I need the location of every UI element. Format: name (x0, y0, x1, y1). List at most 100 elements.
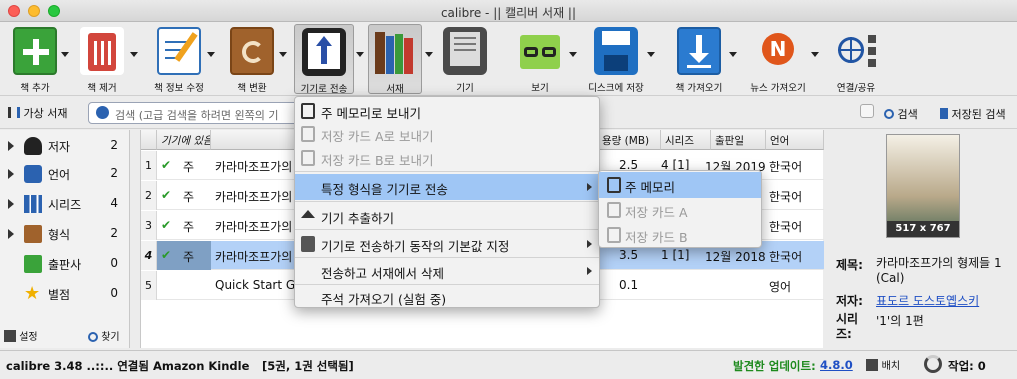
search-history-dropdown[interactable] (860, 104, 874, 118)
menu-item-set-default-send[interactable]: 기기로 전송하기 동작의 기본값 지정 (295, 231, 599, 257)
tag-category-authors[interactable]: 저자 2 (0, 132, 128, 160)
menu-separator (295, 201, 599, 202)
main-toolbar: 책 추가 책 제거 책 정보 수정 책 변환 기기로 전송 서재 기기 보기 디… (0, 22, 1017, 96)
tools-icon (866, 359, 878, 371)
eject-icon (301, 210, 315, 218)
search-button[interactable]: 검색 (884, 106, 918, 122)
card-icon (607, 227, 621, 243)
menu-item-eject-device[interactable]: 기기 추출하기 (295, 203, 599, 229)
person-icon (24, 137, 42, 155)
configure-tag-browser-button[interactable]: 설정 (4, 328, 38, 343)
save-to-disk-dropdown[interactable] (646, 24, 656, 94)
fetch-books-dropdown[interactable] (728, 24, 738, 94)
search-input[interactable]: 검색 (고급 검색을 하려면 왼쪽의 기 (88, 102, 298, 124)
menu-item-send-and-delete[interactable]: 전송하고 서재에서 삭제 (295, 258, 599, 284)
connect-share-icon (834, 27, 878, 75)
fetch-books-button[interactable]: 책 가져오기 (670, 24, 728, 94)
menu-separator (295, 171, 599, 172)
book-cover[interactable]: 517 x 767 (886, 134, 960, 238)
save-to-disk-button[interactable]: 디스크에 저장 (586, 24, 646, 94)
bookmark-icon (940, 108, 948, 119)
window-titlebar: calibre - || 캘리버 서재 || (0, 0, 1017, 22)
menu-item-send-specific-format[interactable]: 특정 형식을 기기로 전송 (295, 174, 599, 200)
expand-arrow-icon[interactable] (8, 169, 14, 179)
checkmark-icon: ✔ (161, 188, 172, 202)
fetch-news-icon: N (756, 27, 800, 75)
tag-category-formats[interactable]: 형식 2 (0, 220, 128, 248)
send-to-device-menu: 주 메모리로 보내기 저장 카드 A로 보내기 저장 카드 B로 보내기 특정 … (294, 96, 600, 308)
menu-separator (295, 229, 599, 230)
column-header-series[interactable]: 시리즈 (661, 130, 711, 150)
submenu-item-main-memory[interactable]: 주 메모리 (599, 172, 761, 198)
convert-books-button[interactable]: 책 변환 (222, 24, 282, 94)
menu-item-send-card-b: 저장 카드 B로 보내기 (295, 145, 599, 171)
fetch-books-icon (677, 27, 721, 75)
checkmark-icon: ✔ (161, 248, 172, 262)
book-details-panel: 517 x 767 제목: 카라마조프가의 형제들 1 (Cal) 저자: 표도… (826, 130, 1017, 348)
specific-format-submenu: 주 메모리 저장 카드 A 저장 카드 B (598, 170, 762, 248)
tag-browser: 저자 2 언어 2 시리즈 4 형식 2 출판사 0 ★ 별점 0 설정 찾기 (0, 130, 130, 348)
jobs-spinner-icon (924, 355, 942, 373)
series-icon (24, 195, 42, 213)
tag-category-series[interactable]: 시리즈 4 (0, 190, 128, 218)
checkmark-icon: ✔ (161, 158, 172, 172)
column-header-ondevice[interactable]: 기기에 있음 (157, 130, 211, 150)
author-link[interactable]: 표도르 도스토옙스키 (876, 292, 979, 309)
search-icon (884, 109, 894, 119)
submenu-arrow-icon (587, 240, 592, 248)
tools-icon (301, 236, 315, 252)
rating-star-icon: ★ (24, 283, 41, 304)
jobs-button[interactable]: 작업: 0 (948, 358, 986, 374)
card-icon (301, 150, 315, 166)
column-header-pubdate[interactable]: 출판일 (711, 130, 766, 150)
submenu-item-card-b: 저장 카드 B (599, 222, 761, 248)
fetch-news-button[interactable]: N 뉴스 가져오기 (746, 24, 810, 94)
column-header-language[interactable]: 언어 (766, 130, 824, 150)
add-book-icon (13, 27, 57, 75)
device-button[interactable]: 기기 (440, 24, 490, 94)
remove-book-icon (80, 27, 124, 75)
library-icon (373, 28, 417, 76)
language-icon (24, 165, 42, 183)
expand-arrow-icon[interactable] (8, 141, 14, 151)
add-books-button[interactable]: 책 추가 (4, 24, 66, 94)
edit-metadata-icon (157, 27, 201, 75)
save-disk-icon (594, 27, 638, 75)
column-header-size[interactable]: 용량 (MB) (598, 130, 661, 150)
submenu-arrow-icon (587, 267, 592, 275)
expand-arrow-icon[interactable] (8, 229, 14, 239)
tag-category-publishers[interactable]: 출판사 0 (0, 250, 128, 278)
device-icon (607, 177, 621, 193)
publisher-icon (24, 255, 42, 273)
library-button[interactable]: 서재 (368, 24, 422, 95)
saved-search-button[interactable]: 저장된 검색 (940, 106, 1006, 122)
tag-category-languages[interactable]: 언어 2 (0, 160, 128, 188)
connect-share-button[interactable]: 연결/공유 (826, 24, 886, 94)
virtual-library-button[interactable]: 가상 서재 (8, 105, 67, 121)
card-icon (301, 126, 315, 142)
tools-icon (4, 330, 16, 342)
search-icon (88, 332, 98, 342)
device-icon (301, 103, 315, 119)
menu-item-fetch-annotations[interactable]: 주석 가져오기 (실험 중) (295, 284, 599, 310)
update-version-link[interactable]: 4.8.0 (820, 358, 853, 372)
send-to-device-icon (302, 28, 346, 76)
remove-books-button[interactable]: 책 제거 (72, 24, 132, 94)
checkmark-icon: ✔ (161, 218, 172, 232)
find-in-tags-button[interactable]: 찾기 (88, 328, 120, 343)
convert-book-icon (230, 27, 274, 75)
remove-books-dropdown[interactable] (129, 24, 139, 94)
send-to-device-button[interactable]: 기기로 전송 (294, 24, 354, 95)
search-settings-icon[interactable] (96, 106, 109, 119)
format-icon (24, 225, 42, 243)
row-number-header (141, 130, 157, 150)
edit-metadata-button[interactable]: 책 정보 수정 (148, 24, 210, 94)
menu-item-send-card-a: 저장 카드 A로 보내기 (295, 121, 599, 147)
jobs-config-button[interactable]: 배치 (866, 357, 900, 372)
view-dropdown[interactable] (568, 24, 578, 94)
expand-arrow-icon[interactable] (8, 199, 14, 209)
view-button[interactable]: 보기 (514, 24, 566, 94)
submenu-arrow-icon (587, 183, 592, 191)
tag-category-rating[interactable]: ★ 별점 0 (0, 280, 128, 308)
virtual-library-icon (8, 107, 20, 118)
